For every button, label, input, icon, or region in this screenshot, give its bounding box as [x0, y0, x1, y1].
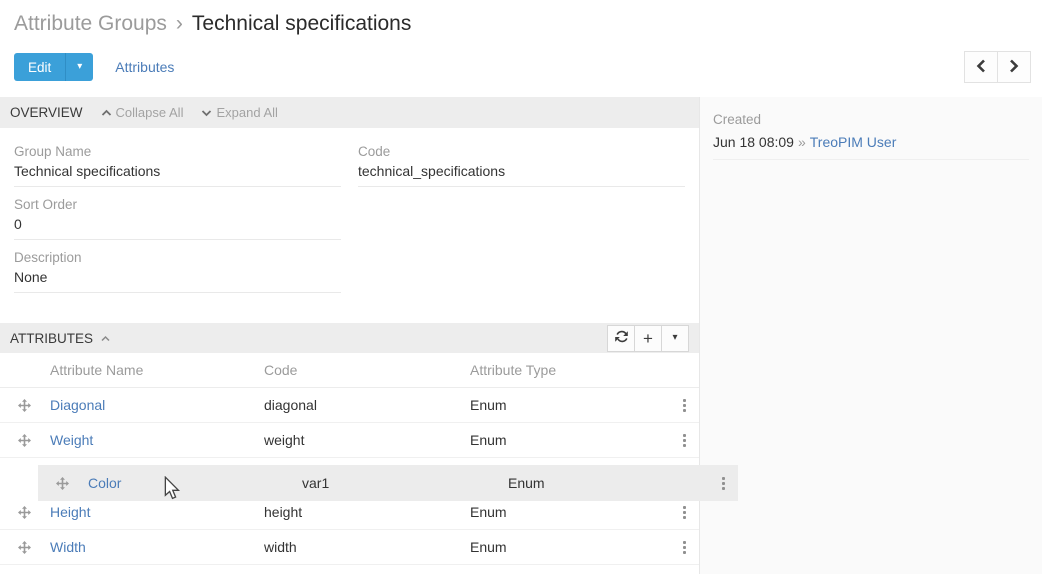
table-row: Width width Enum — [0, 530, 699, 565]
chevron-right-icon — [1009, 59, 1019, 76]
field-description: Description None — [14, 240, 341, 293]
main-column: OVERVIEW Collapse All Expand All Group N… — [0, 97, 738, 574]
expand-all-button[interactable]: Expand All — [201, 105, 278, 120]
collapse-all-button[interactable]: Collapse All — [101, 105, 184, 120]
edit-dropdown-button[interactable]: ▾ — [66, 53, 94, 81]
attribute-link[interactable]: Weight — [50, 432, 93, 448]
chevron-left-icon — [976, 59, 986, 76]
attribute-type: Enum — [470, 397, 507, 413]
drag-handle-icon[interactable] — [18, 433, 31, 447]
column-header-code[interactable]: Code — [264, 362, 470, 378]
field-label: Group Name — [14, 144, 92, 159]
attribute-code: weight — [264, 432, 305, 448]
attributes-panel-title: ATTRIBUTES — [10, 330, 94, 346]
attribute-type: Enum — [470, 539, 507, 555]
chevron-down-icon: ▾ — [672, 332, 678, 343]
breadcrumb: Attribute Groups › Technical specification… — [0, 0, 1042, 38]
overview-fields: Group Name Technical specifications Code… — [0, 128, 699, 293]
field-value: None — [14, 265, 341, 293]
breadcrumb-parent-link[interactable]: Attribute Groups — [14, 12, 167, 35]
attribute-link[interactable]: Color — [88, 475, 121, 491]
row-menu-icon[interactable] — [677, 502, 692, 523]
toolbar: Edit ▾ Attributes — [14, 51, 1031, 83]
add-attribute-button[interactable]: + — [634, 324, 662, 352]
attributes-panel-header: ATTRIBUTES + ▾ — [0, 323, 699, 353]
row-menu-icon[interactable] — [677, 395, 692, 416]
refresh-icon — [614, 330, 628, 346]
previous-record-button[interactable] — [964, 51, 998, 83]
side-panel: Created Jun 18 08:09» TreoPIM User — [699, 97, 1042, 574]
next-record-button[interactable] — [997, 51, 1031, 83]
page-title: Technical specifications — [191, 12, 412, 35]
chevron-down-icon — [201, 105, 216, 120]
chevron-down-icon: ▾ — [77, 61, 83, 72]
edit-button[interactable]: Edit — [14, 53, 67, 81]
created-date: Jun 18 08:09 — [713, 134, 794, 150]
drag-handle-icon[interactable] — [56, 476, 69, 490]
attribute-type: Enum — [470, 432, 507, 448]
overview-panel-title: OVERVIEW — [10, 105, 83, 120]
row-menu-icon[interactable] — [677, 537, 692, 558]
field-group-name: Group Name Technical specifications — [14, 128, 341, 187]
attribute-type: Enum — [508, 475, 545, 491]
plus-icon: + — [643, 328, 653, 348]
field-label: Code — [358, 144, 391, 159]
attribute-link[interactable]: Diagonal — [50, 397, 105, 413]
tab-attributes[interactable]: Attributes — [115, 59, 174, 75]
row-menu-icon[interactable] — [716, 473, 731, 494]
created-label: Created — [713, 112, 762, 127]
chevron-up-icon[interactable] — [101, 335, 110, 342]
field-sort-order: Sort Order 0 — [14, 187, 341, 240]
collapse-all-label: Collapse All — [115, 105, 184, 120]
table-row: Weight weight Enum — [0, 423, 699, 458]
attribute-type: Enum — [470, 504, 507, 520]
created-separator: » — [797, 134, 806, 150]
expand-all-label: Expand All — [216, 105, 278, 120]
created-field: Created Jun 18 08:09» TreoPIM User — [700, 97, 1042, 160]
attribute-code: width — [264, 539, 297, 555]
attribute-code: diagonal — [264, 397, 317, 413]
attribute-code: var1 — [302, 475, 330, 491]
row-menu-icon[interactable] — [677, 430, 692, 451]
table-row: Diagonal diagonal Enum — [0, 388, 699, 423]
created-value: Jun 18 08:09» TreoPIM User — [713, 128, 1029, 160]
drag-handle-icon[interactable] — [18, 398, 31, 412]
dragged-table-row[interactable]: Color var1 Enum — [38, 465, 738, 501]
attribute-link[interactable]: Height — [50, 504, 90, 520]
attribute-link[interactable]: Width — [50, 539, 86, 555]
field-value: Technical specifications — [14, 159, 341, 187]
attributes-panel-actions: + ▾ — [607, 324, 689, 352]
field-value: 0 — [14, 212, 341, 240]
drag-handle-icon[interactable] — [18, 505, 31, 519]
field-label: Sort Order — [14, 197, 78, 212]
field-label: Description — [14, 250, 82, 265]
column-header-attribute-type[interactable]: Attribute Type — [470, 362, 669, 378]
overview-panel-header: OVERVIEW Collapse All Expand All — [0, 97, 699, 128]
refresh-button[interactable] — [607, 324, 635, 352]
edit-split-button: Edit ▾ — [14, 53, 94, 81]
attribute-code: height — [264, 504, 303, 520]
attributes-table-header: Attribute Name Code Attribute Type — [0, 353, 699, 388]
record-pager — [964, 51, 1031, 83]
created-user-link[interactable]: TreoPIM User — [810, 134, 897, 150]
chevron-up-icon — [101, 105, 116, 120]
column-header-attribute-name[interactable]: Attribute Name — [50, 362, 264, 378]
breadcrumb-separator: › — [175, 12, 183, 35]
drag-handle-icon[interactable] — [18, 540, 31, 554]
field-code: Code technical_specifications — [358, 128, 685, 187]
content-area: OVERVIEW Collapse All Expand All Group N… — [0, 97, 1042, 574]
field-value: technical_specifications — [358, 159, 685, 187]
panel-dropdown-button[interactable]: ▾ — [661, 324, 689, 352]
